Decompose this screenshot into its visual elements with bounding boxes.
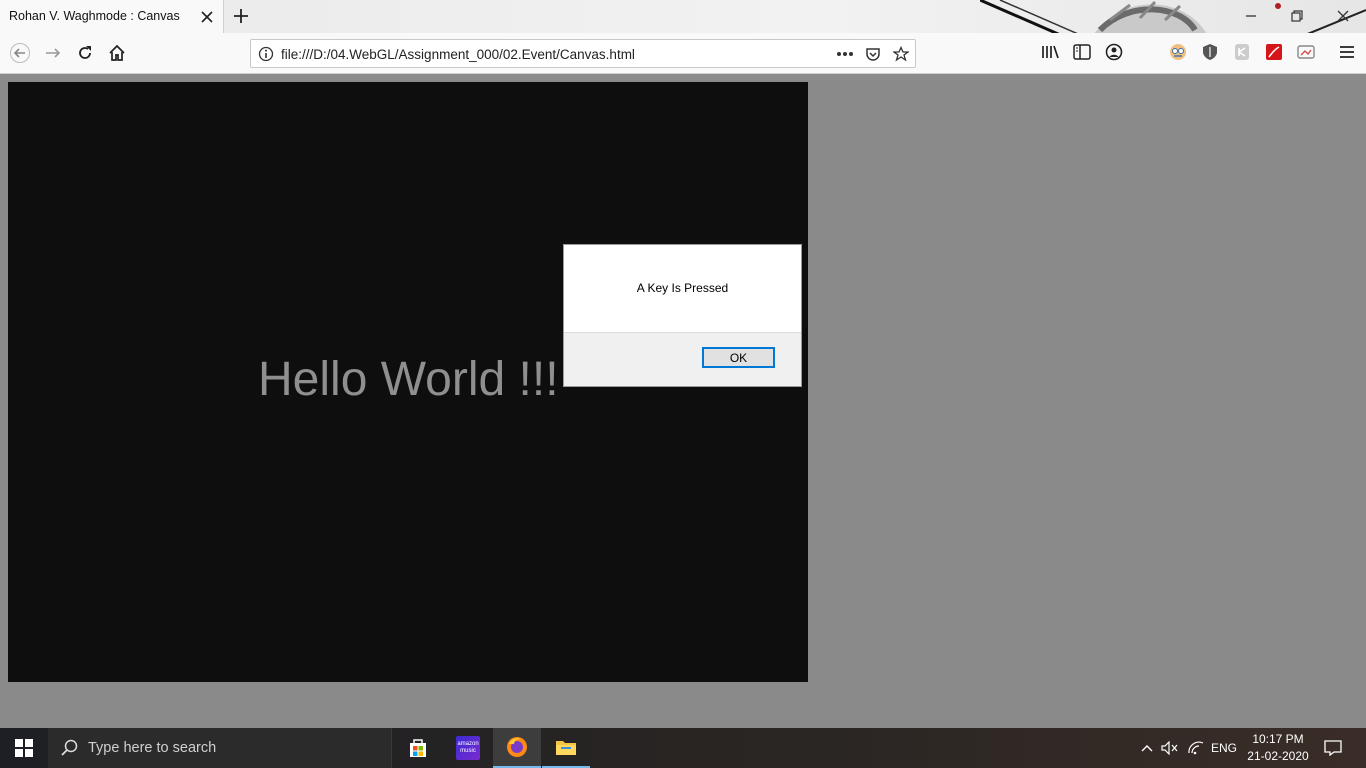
clock-date: 21-02-2020 <box>1247 749 1309 763</box>
firefox-icon[interactable] <box>493 728 541 768</box>
amazon-music-label: music <box>460 748 476 754</box>
dialog-body: A Key Is Pressed <box>564 245 801 333</box>
address-bar[interactable]: file:///D:/04.WebGL/Assignment_000/02.Ev… <box>250 39 916 68</box>
navigation-toolbar: file:///D:/04.WebGL/Assignment_000/02.Ev… <box>0 33 1366 74</box>
back-icon[interactable] <box>6 39 34 67</box>
home-icon[interactable] <box>103 39 131 67</box>
shield-icon[interactable] <box>1199 41 1221 63</box>
info-icon[interactable] <box>256 44 276 64</box>
search-placeholder: Type here to search <box>88 740 217 756</box>
reload-icon[interactable] <box>71 39 99 67</box>
language-indicator[interactable]: ENG <box>1210 738 1238 758</box>
pocket-icon[interactable] <box>863 44 883 64</box>
close-window-icon[interactable] <box>1330 4 1356 28</box>
ok-button[interactable]: OK <box>702 347 775 368</box>
bookmark-star-icon[interactable] <box>891 44 911 64</box>
restore-window-icon[interactable] <box>1284 4 1310 28</box>
clock-time: 10:17 PM <box>1252 732 1304 746</box>
tab-title: Rohan V. Waghmode : Canvas <box>9 9 180 23</box>
taskbar: Type here to search amazon music ENG 10:… <box>0 728 1366 768</box>
menu-icon[interactable] <box>1336 41 1358 63</box>
canvas-text: Hello World !!! <box>258 353 559 406</box>
new-tab-icon[interactable] <box>229 4 253 28</box>
show-hidden-icons-icon[interactable] <box>1139 738 1155 758</box>
network-icon[interactable] <box>1186 738 1206 758</box>
windows-start-icon[interactable] <box>0 728 48 768</box>
ghost-extension-icon[interactable] <box>1231 41 1253 63</box>
extension-icon[interactable] <box>1167 41 1189 63</box>
alert-dialog: A Key Is Pressed OK <box>563 244 802 387</box>
active-tab[interactable]: Rohan V. Waghmode : Canvas <box>0 0 224 33</box>
pdf-extension-icon[interactable] <box>1263 41 1285 63</box>
forward-icon[interactable] <box>39 39 67 67</box>
close-tab-icon[interactable] <box>196 6 218 28</box>
library-icon[interactable] <box>1039 41 1061 63</box>
file-explorer-icon[interactable] <box>542 728 590 768</box>
url-text[interactable]: file:///D:/04.WebGL/Assignment_000/02.Ev… <box>281 47 635 62</box>
dialog-message: A Key Is Pressed <box>636 281 729 295</box>
screenshot-extension-icon[interactable] <box>1295 41 1317 63</box>
taskbar-search-box[interactable]: Type here to search <box>48 728 392 768</box>
action-center-icon[interactable] <box>1322 738 1344 758</box>
volume-muted-icon[interactable] <box>1160 738 1180 758</box>
microsoft-store-icon[interactable] <box>394 728 442 768</box>
search-icon <box>60 739 78 762</box>
page-actions-icon[interactable] <box>835 44 855 64</box>
sidebar-icon[interactable] <box>1071 41 1093 63</box>
amazon-music-icon[interactable]: amazon music <box>444 728 492 768</box>
account-icon[interactable] <box>1103 41 1125 63</box>
clock[interactable]: 10:17 PM 21-02-2020 <box>1238 731 1318 765</box>
minimize-window-icon[interactable] <box>1238 4 1264 28</box>
amazon-music-label: amazon <box>457 741 479 747</box>
